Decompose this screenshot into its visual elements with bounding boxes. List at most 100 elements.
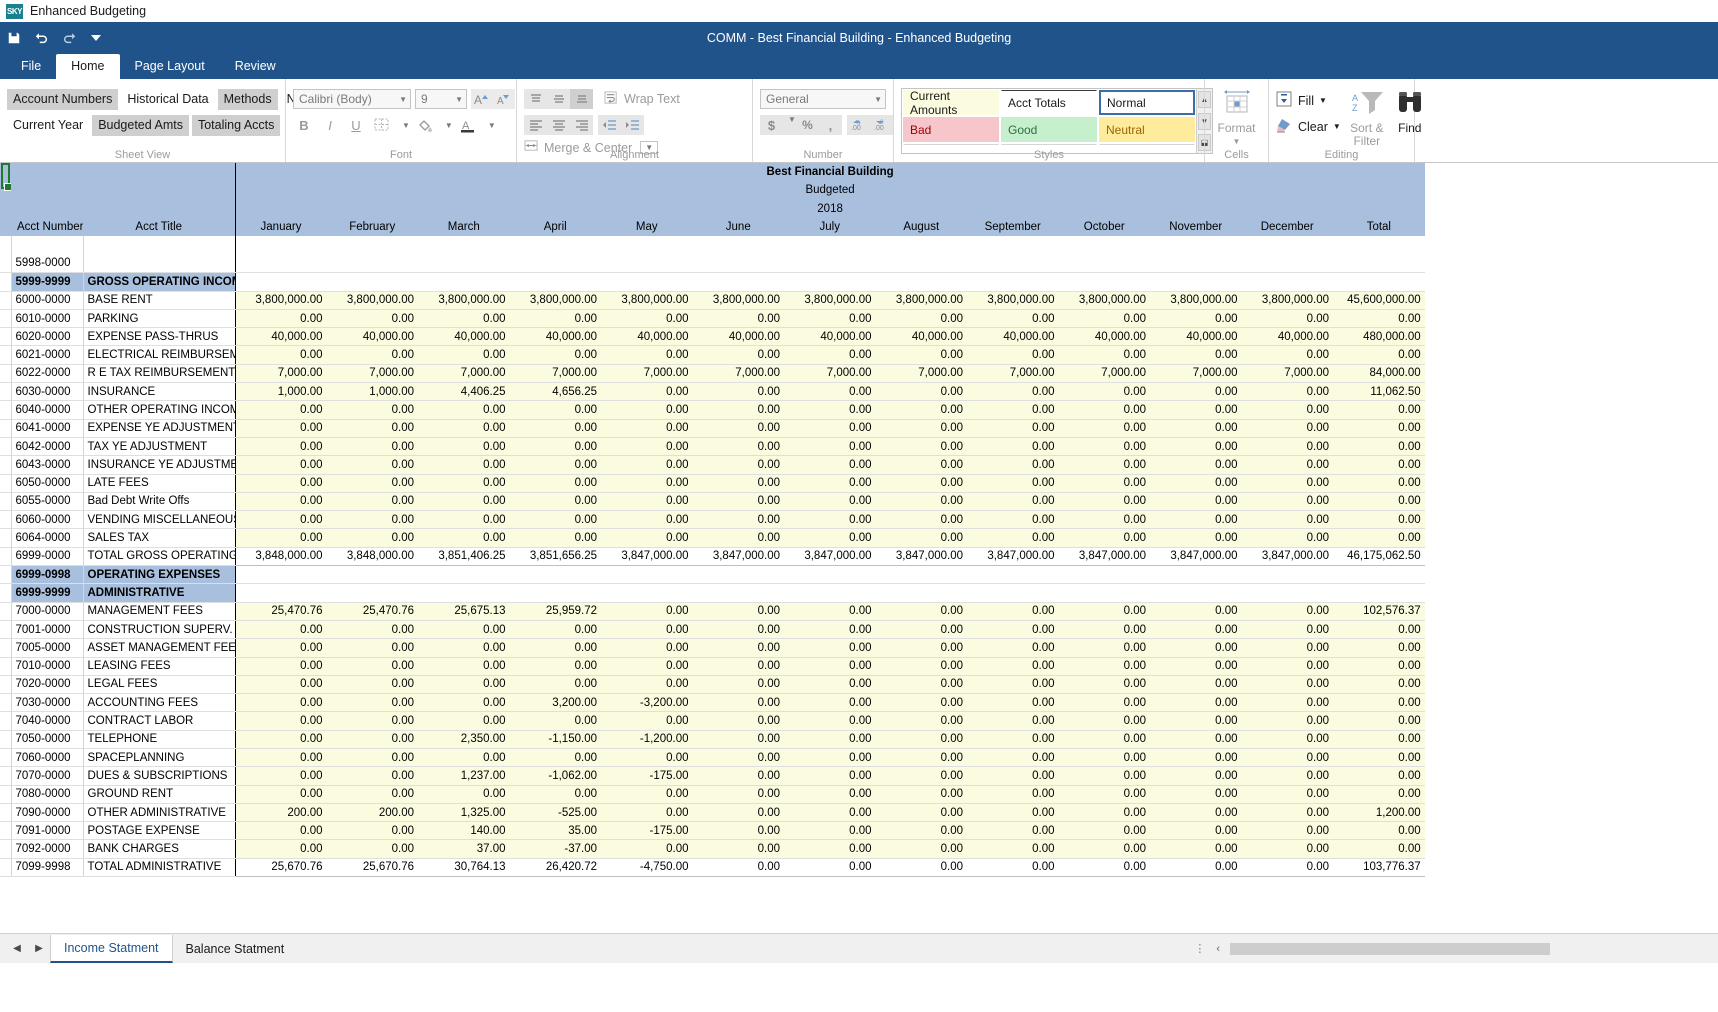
cell-value[interactable]: 0.00 (967, 638, 1059, 658)
row-gutter-cell[interactable] (0, 364, 12, 384)
cell-value[interactable] (1333, 565, 1425, 585)
cell-value[interactable]: 0.00 (1150, 419, 1242, 438)
cell-value[interactable]: 0.00 (967, 693, 1059, 713)
cell-value[interactable] (1058, 236, 1150, 255)
sheet-nav-next-icon[interactable]: ▶ (28, 943, 50, 954)
bold-button[interactable]: B (293, 115, 315, 135)
row-gutter-cell[interactable] (0, 455, 12, 475)
cell-value[interactable]: 0.00 (509, 748, 601, 768)
number-format-combo[interactable]: General ▼ (760, 89, 886, 109)
cell-value[interactable]: 3,800,000.00 (1150, 291, 1242, 310)
cell-value[interactable]: 0.00 (1241, 528, 1333, 548)
cell-acct-title[interactable]: GROSS OPERATING INCOME (83, 272, 236, 292)
cell-value[interactable]: 0.00 (1058, 857, 1150, 878)
cell-value[interactable] (601, 583, 693, 603)
cell-value[interactable]: 0.00 (875, 620, 967, 640)
borders-icon[interactable] (371, 115, 393, 135)
wrap-text-button[interactable]: Wrap Text (598, 90, 680, 108)
cell-value[interactable]: 0.00 (1333, 839, 1425, 859)
cell-value[interactable]: 0.00 (1058, 455, 1150, 475)
table-row[interactable]: 5999-9999 GROSS OPERATING INCOME (0, 272, 1425, 292)
cell-value[interactable]: 0.00 (601, 657, 693, 676)
cell-value[interactable]: 0.00 (601, 492, 693, 512)
table-row[interactable]: 6040-0000 OTHER OPERATING INCOME 0.00 0.00 0… (0, 400, 1425, 420)
cell-value[interactable]: 0.00 (1241, 437, 1333, 457)
cell-value[interactable]: 7,000.00 (967, 364, 1059, 384)
cell-value[interactable]: 0.00 (1333, 693, 1425, 713)
cell-value[interactable]: 0.00 (418, 309, 510, 329)
cell-value[interactable]: 0.00 (1150, 730, 1242, 750)
increase-decimal-icon[interactable]: .00 0 (847, 115, 870, 135)
cell-value[interactable]: 0.00 (235, 785, 327, 804)
cell-value[interactable] (967, 272, 1059, 292)
cell-value[interactable]: 0.00 (418, 785, 510, 804)
cell-value[interactable]: 0.00 (967, 602, 1059, 621)
cell-value[interactable]: 0.00 (692, 620, 784, 640)
sort-filter-button[interactable]: A Z Sort & Filter (1349, 83, 1385, 148)
cell-value[interactable] (509, 583, 601, 603)
cell-acct-title[interactable]: EXPENSE PASS-THRUS (83, 327, 236, 347)
table-row[interactable]: 5998-0000 (0, 254, 1425, 274)
cell-value[interactable]: 0.00 (1150, 510, 1242, 530)
cell-value[interactable] (1058, 272, 1150, 292)
cell-value[interactable] (1150, 236, 1242, 255)
row-gutter-cell[interactable] (0, 437, 12, 457)
cell-value[interactable]: 0.00 (1150, 345, 1242, 365)
cell-value[interactable]: 0.00 (875, 510, 967, 530)
cell-acct-number[interactable]: 6999-0000 (11, 547, 84, 567)
cell-value[interactable]: 3,800,000.00 (235, 291, 327, 310)
cell-value[interactable]: 0.00 (967, 675, 1059, 695)
cell-value[interactable]: 3,848,000.00 (235, 546, 327, 567)
cell-value[interactable]: 0.00 (784, 419, 876, 438)
table-row[interactable]: 6060-0000 VENDING MISCELLANEOUS 0.00 0.00 0.… (0, 510, 1425, 530)
cell-acct-number[interactable]: 6043-0000 (11, 455, 84, 475)
cell-value[interactable]: 0.00 (1058, 602, 1150, 621)
cell-acct-number[interactable]: 6041-0000 (11, 419, 84, 438)
font-color-chevron-down-icon[interactable]: ▼ (488, 121, 496, 130)
cell-value[interactable]: 0.00 (509, 785, 601, 804)
cell-value[interactable]: 7,000.00 (875, 364, 967, 384)
cell-value[interactable]: -4,750.00 (601, 857, 693, 878)
cell-value[interactable]: 0.00 (418, 748, 510, 768)
cell-value[interactable]: 3,847,000.00 (875, 546, 967, 567)
cell-value[interactable]: 3,800,000.00 (326, 291, 418, 310)
cell-value[interactable]: 0.00 (784, 657, 876, 676)
cell-value[interactable]: 0.00 (1058, 345, 1150, 365)
cell-value[interactable] (418, 254, 510, 274)
cell-acct-title[interactable]: Bad Debt Write Offs (83, 492, 236, 512)
cell-value[interactable]: 0.00 (784, 382, 876, 402)
cell-value[interactable]: 0.00 (235, 437, 327, 457)
cell-value[interactable]: 0.00 (1058, 492, 1150, 512)
cell-value[interactable]: 0.00 (601, 803, 693, 823)
clear-chevron-down-icon[interactable]: ▼ (1333, 122, 1341, 131)
row-gutter-cell[interactable] (0, 547, 12, 567)
cell-value[interactable]: 40,000.00 (418, 327, 510, 347)
cell-value[interactable]: 46,175,062.50 (1333, 546, 1425, 567)
table-row[interactable]: 6030-0000 INSURANCE 1,000.00 1,000.00 4,406.… (0, 382, 1425, 402)
cell-value[interactable]: 0.00 (1058, 748, 1150, 768)
cell-value[interactable]: 0.00 (1333, 528, 1425, 548)
cell-value[interactable]: 0.00 (418, 510, 510, 530)
cell-acct-title[interactable]: POSTAGE EXPENSE (83, 821, 236, 841)
cell-value[interactable]: 0.00 (692, 748, 784, 768)
increase-indent-icon[interactable] (621, 115, 644, 135)
style-bad[interactable]: Bad (903, 117, 999, 142)
cell-value[interactable] (1333, 236, 1425, 255)
cell-acct-number[interactable]: 7001-0000 (11, 620, 84, 640)
cell-acct-number[interactable]: 6999-9999 (11, 583, 84, 603)
cell-acct-number[interactable]: 6022-0000 (11, 364, 84, 384)
row-gutter-cell[interactable] (0, 474, 12, 493)
cell-value[interactable] (1333, 272, 1425, 292)
cell-value[interactable] (1241, 254, 1333, 274)
align-top-icon[interactable] (524, 89, 547, 109)
cell-value[interactable]: 0.00 (784, 620, 876, 640)
cell-value[interactable]: 0.00 (967, 437, 1059, 457)
cell-value[interactable]: 0.00 (784, 803, 876, 823)
cell-value[interactable]: 0.00 (601, 620, 693, 640)
cell-value[interactable] (418, 565, 510, 585)
toggle-account-numbers[interactable]: Account Numbers (7, 89, 119, 110)
cell-acct-number[interactable]: 7000-0000 (11, 602, 84, 621)
cell-value[interactable] (601, 254, 693, 274)
row-gutter-cell[interactable] (0, 291, 12, 310)
cell-value[interactable]: 0.00 (235, 345, 327, 365)
